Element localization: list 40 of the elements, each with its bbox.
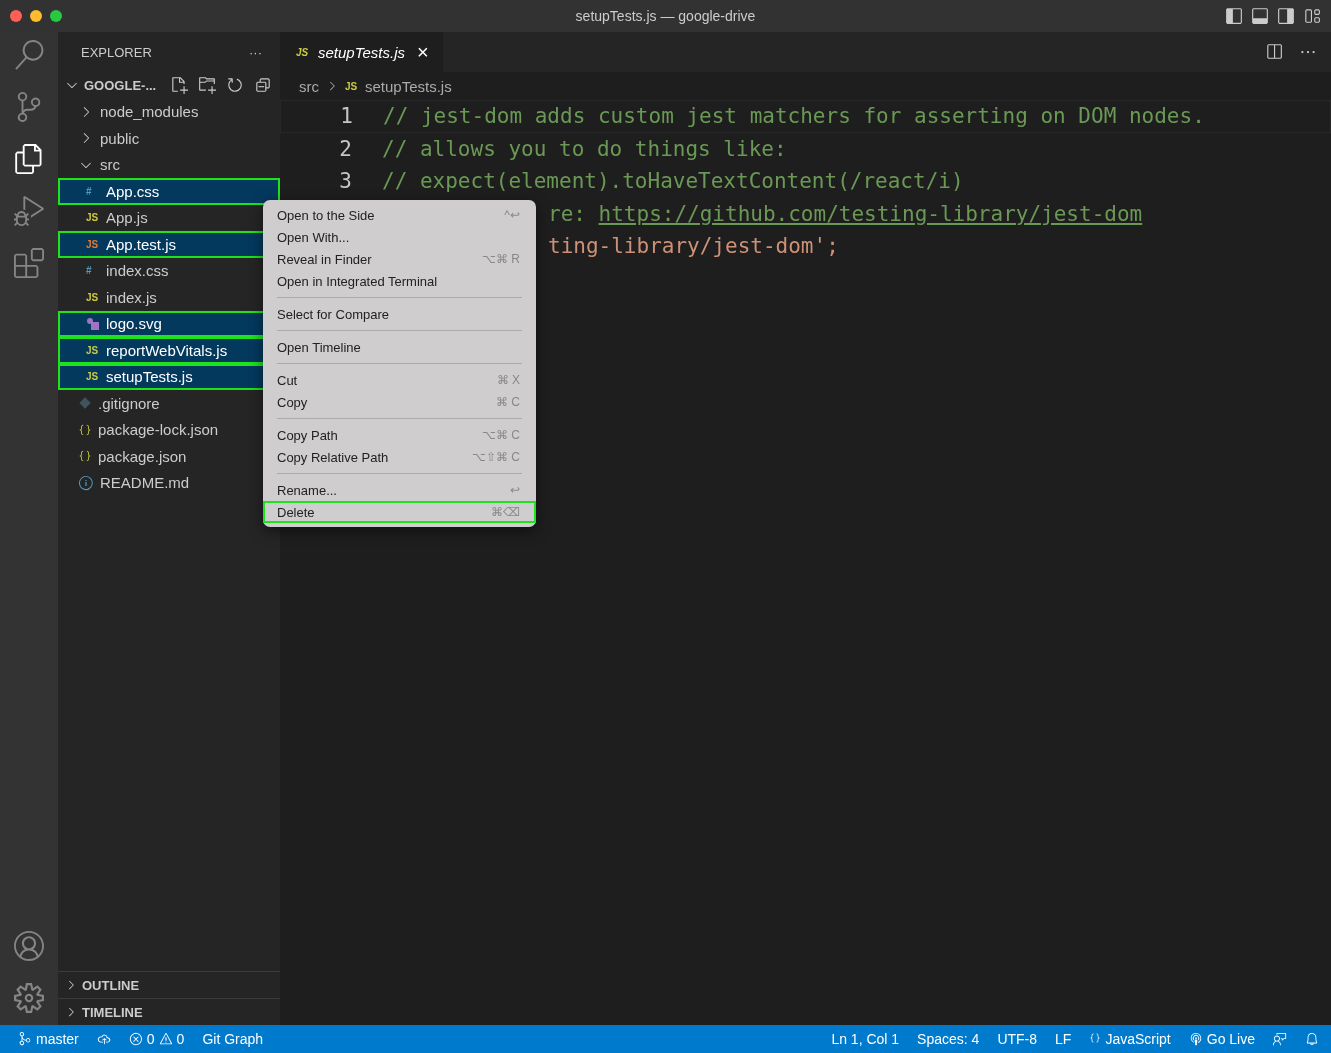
js-file-icon: JS bbox=[86, 371, 100, 383]
menu-item-label: Reveal in Finder bbox=[277, 251, 372, 267]
code-line: ting-library/jest-dom'; bbox=[548, 234, 839, 259]
js-file-icon: JS bbox=[86, 291, 100, 303]
menu-item-label: Open to the Side bbox=[277, 207, 375, 223]
menu-item-label: Select for Compare bbox=[277, 306, 389, 322]
hash-icon: # bbox=[86, 265, 100, 277]
line-number: 3 bbox=[338, 169, 353, 194]
menu-item-label: Copy Path bbox=[277, 427, 338, 443]
window-title: setupTests.js — google-drive bbox=[575, 8, 756, 24]
menu-item-label: Delete bbox=[277, 504, 315, 520]
code-line: re: https://github.com/testing-library/jest-dom bbox=[548, 201, 1143, 226]
menu-item-label: Rename... bbox=[277, 482, 337, 498]
menu-shortcut: ^↩ bbox=[504, 208, 520, 222]
menu-shortcut: ⌘ C bbox=[496, 395, 520, 409]
code-line: // allows you to do things like: bbox=[382, 136, 787, 161]
workspace-name: GOOGLE-... bbox=[84, 77, 157, 93]
menu-item-label: Open With... bbox=[277, 229, 350, 245]
sidebar-title: EXPLORER bbox=[81, 44, 152, 60]
menu-shortcut: ⌘ X bbox=[496, 373, 520, 387]
menu-item-label: Cut bbox=[277, 372, 298, 388]
js-file-icon: JS bbox=[345, 80, 359, 92]
code-line: // expect(element).toHaveTextContent(/react/i) bbox=[382, 169, 964, 194]
menu-item-label: Copy Relative Path bbox=[277, 449, 389, 465]
menu-item-label: Open Timeline bbox=[277, 339, 361, 355]
line-number: 2 bbox=[338, 136, 353, 161]
menu-item-label: Copy bbox=[277, 394, 308, 410]
menu-shortcut: ⌥⌘ C bbox=[482, 428, 520, 442]
menu-item-label: Open in Integrated Terminal bbox=[277, 273, 438, 289]
menu-shortcut: ⌘⌫ bbox=[491, 505, 520, 519]
js-file-icon: JS bbox=[86, 344, 100, 356]
hash-icon: # bbox=[86, 185, 100, 197]
line-number: 1 bbox=[339, 104, 354, 129]
js-file-icon: JS bbox=[296, 46, 310, 58]
menu-shortcut: ↩ bbox=[510, 483, 520, 497]
menu-shortcut: ⌥⌘ R bbox=[482, 252, 520, 266]
code-line: // jest-dom adds custom jest matchers for asserting on DOM nodes. bbox=[383, 104, 1205, 129]
js-file-icon: JS bbox=[86, 238, 100, 250]
menu-shortcut: ⌥⇧⌘ C bbox=[472, 450, 520, 464]
js-file-icon: JS bbox=[86, 212, 100, 224]
